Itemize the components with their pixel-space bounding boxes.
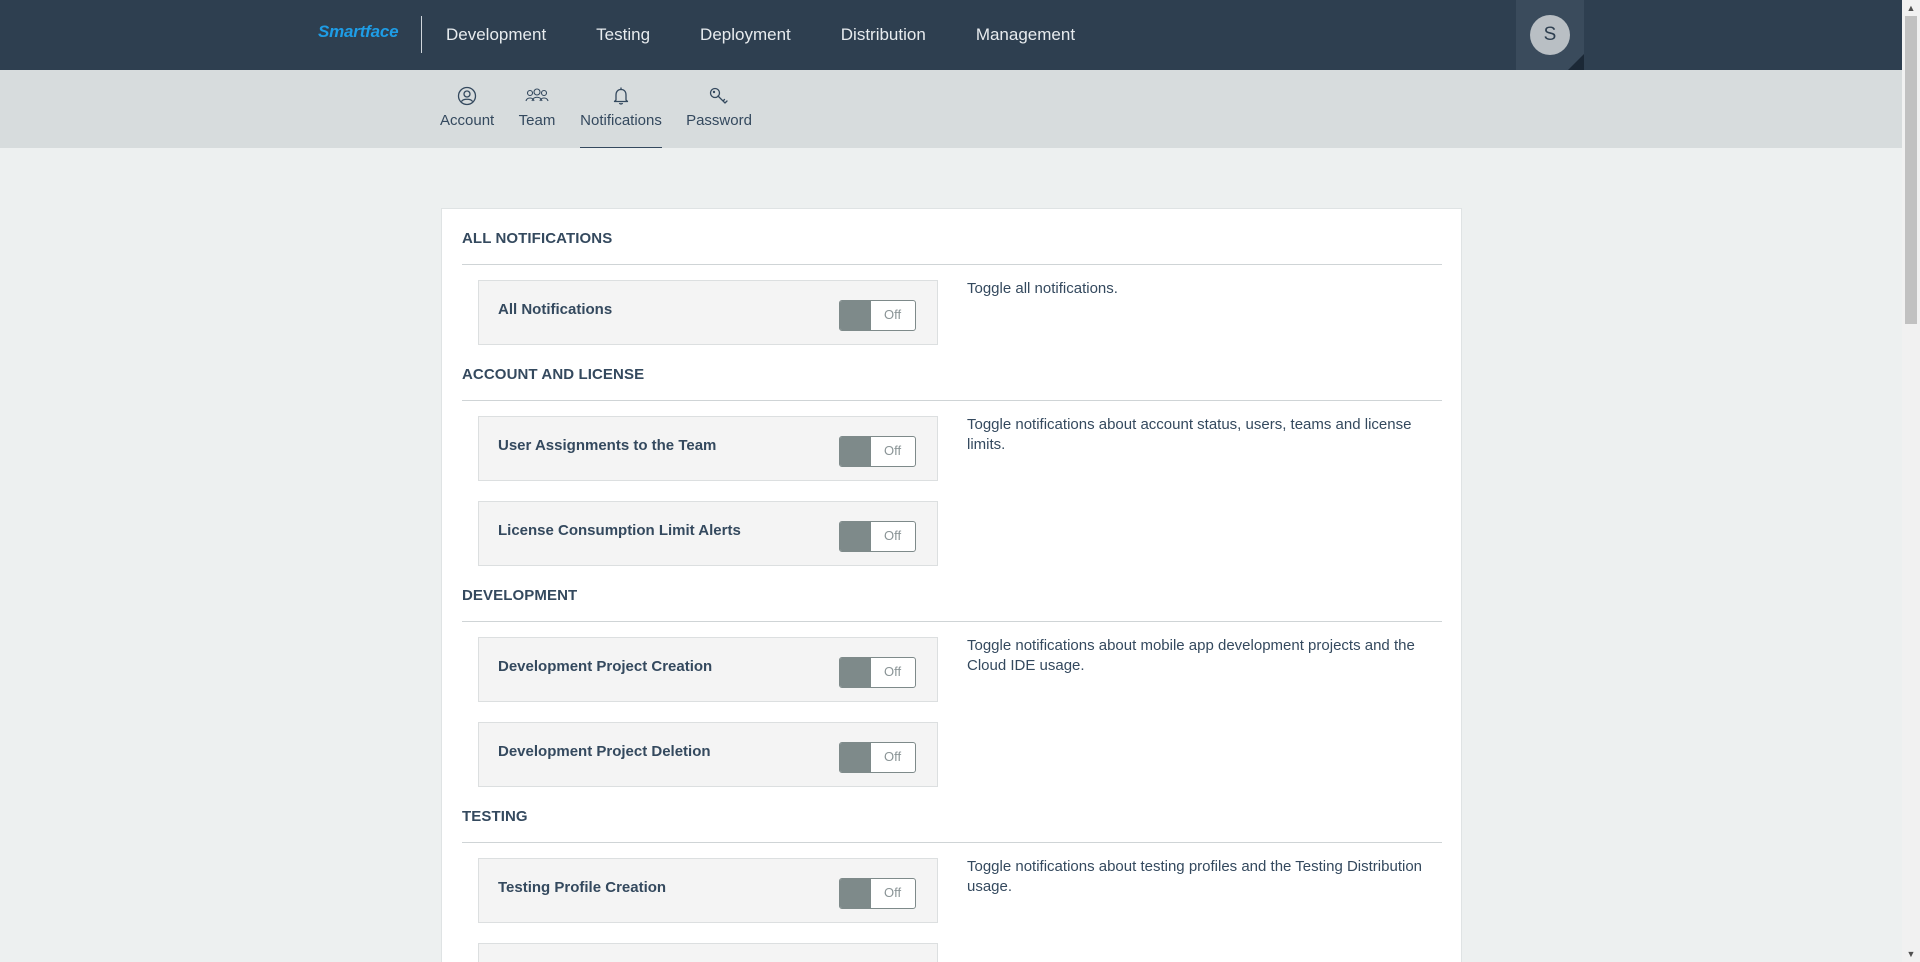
section-description: Toggle notifications about testing profi… (967, 858, 1423, 895)
main-nav: Development Testing Deployment Distribut… (446, 0, 1125, 70)
page-scrollbar[interactable]: ▲ ▼ (1902, 0, 1920, 962)
section-divider (462, 264, 1442, 265)
setting-row-development-project-creation: Development Project Creation Off (478, 637, 938, 702)
tab-team[interactable]: Team (518, 70, 556, 148)
nav-development[interactable]: Development (446, 0, 546, 70)
toggle-state: Off (884, 885, 902, 900)
setting-label: License Consumption Limit Alerts (498, 522, 741, 539)
setting-row-testing-profile-creation: Testing Profile Creation Off (478, 858, 938, 923)
tab-account[interactable]: Account (440, 70, 494, 148)
tab-password[interactable]: Password (686, 70, 752, 148)
toggle-knob (840, 743, 871, 772)
setting-row-user-assignments: User Assignments to the Team Off (478, 416, 938, 481)
tab-notifications[interactable]: Notifications (580, 70, 662, 148)
key-icon (686, 86, 752, 106)
section-title-testing: TESTING (462, 808, 528, 825)
development-project-deletion-toggle[interactable]: Off (839, 742, 916, 773)
section-divider (462, 842, 1442, 843)
avatar[interactable]: S (1530, 15, 1570, 55)
tab-notifications-label: Notifications (580, 112, 662, 129)
top-navbar: Smartface Development Testing Deployment… (0, 0, 1902, 70)
section-description: Toggle notifications about account statu… (967, 416, 1412, 453)
setting-label: All Notifications (498, 301, 613, 318)
user-circle-icon (440, 86, 494, 106)
section-description: Toggle all notifications. (967, 280, 1118, 297)
user-menu[interactable]: S (1516, 0, 1584, 70)
toggle-knob (840, 879, 871, 908)
scroll-thumb[interactable] (1905, 16, 1917, 324)
setting-row-development-project-deletion: Development Project Deletion Off (478, 722, 938, 787)
setting-label: User Assignments to the Team (498, 437, 717, 454)
setting-label: Development Project Deletion (498, 743, 711, 760)
toggle-state: Off (884, 443, 902, 458)
all-notifications-toggle[interactable]: Off (839, 300, 916, 331)
user-menu-corner-icon (1568, 54, 1584, 70)
smartface-logo[interactable]: Smartface (318, 22, 399, 42)
setting-row-partial (478, 943, 938, 962)
section-title-account-and-license: ACCOUNT AND LICENSE (462, 366, 645, 383)
nav-distribution[interactable]: Distribution (841, 0, 926, 70)
section-description: Toggle notifications about mobile app de… (967, 637, 1415, 674)
section-title-all-notifications: ALL NOTIFICATIONS (462, 230, 613, 247)
nav-testing[interactable]: Testing (596, 0, 650, 70)
tab-password-label: Password (686, 112, 752, 129)
license-consumption-toggle[interactable]: Off (839, 521, 916, 552)
user-assignments-toggle[interactable]: Off (839, 436, 916, 467)
setting-row-license-consumption: License Consumption Limit Alerts Off (478, 501, 938, 566)
section-divider (462, 621, 1442, 622)
setting-label: Development Project Creation (498, 658, 713, 675)
toggle-state: Off (884, 307, 902, 322)
tab-team-label: Team (518, 112, 556, 129)
toggle-knob (840, 301, 871, 330)
toggle-knob (840, 658, 871, 687)
setting-label: Testing Profile Creation (498, 879, 667, 896)
nav-management[interactable]: Management (976, 0, 1075, 70)
nav-deployment[interactable]: Deployment (700, 0, 791, 70)
settings-subnav: Account Team Notifications Password (0, 70, 1902, 148)
tab-account-label: Account (440, 112, 495, 129)
bell-icon (580, 86, 662, 106)
scroll-down-icon[interactable]: ▼ (1902, 946, 1920, 962)
toggle-knob (840, 522, 871, 551)
testing-profile-creation-toggle[interactable]: Off (839, 878, 916, 909)
scroll-up-icon[interactable]: ▲ (1902, 0, 1920, 16)
team-icon (518, 86, 556, 106)
toggle-state: Off (884, 749, 902, 764)
toggle-knob (840, 437, 871, 466)
notifications-card: ALL NOTIFICATIONS All Notifications Off … (441, 208, 1462, 962)
section-divider (462, 400, 1442, 401)
section-title-development: DEVELOPMENT (462, 587, 578, 604)
development-project-creation-toggle[interactable]: Off (839, 657, 916, 688)
logo-divider (421, 16, 422, 53)
toggle-state: Off (884, 664, 902, 679)
setting-row-all-notifications: All Notifications Off (478, 280, 938, 345)
toggle-state: Off (884, 528, 902, 543)
